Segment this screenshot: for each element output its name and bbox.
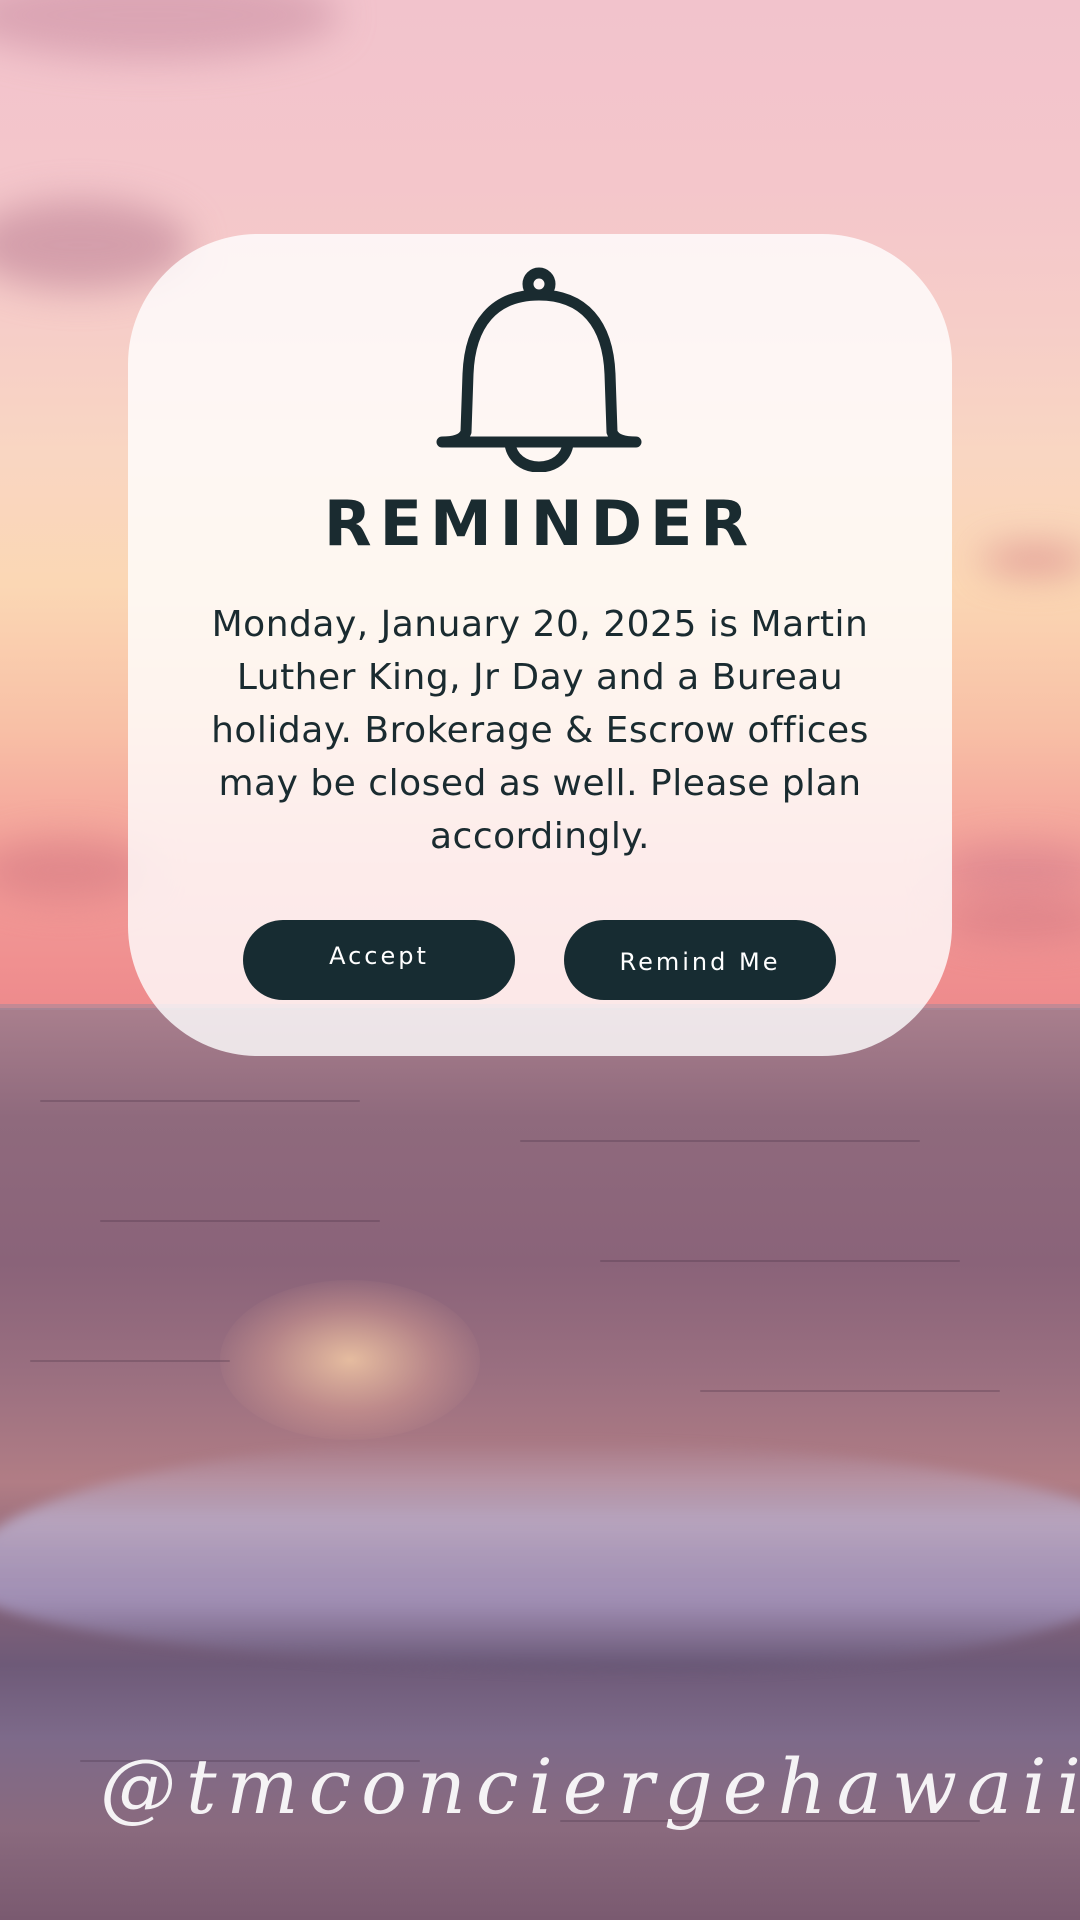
cloud: [980, 545, 1080, 575]
water-ripple: [100, 1220, 380, 1222]
water-ripple: [520, 1140, 920, 1142]
accept-button[interactable]: Accept: [243, 920, 515, 1000]
reminder-title: REMINDER: [323, 487, 757, 560]
wave-foam: [0, 1440, 1080, 1670]
reminder-message: Monday, January 20, 2025 is Martin Luthe…: [211, 604, 869, 857]
watermark-handle: @tmconciergehawaii: [100, 1742, 1080, 1831]
water-ripple: [700, 1390, 1000, 1392]
remind-me-button[interactable]: Remind Me: [564, 920, 836, 1000]
water-ripple: [600, 1260, 960, 1262]
water-ripple: [30, 1360, 230, 1362]
water-ripple: [40, 1100, 360, 1102]
sun-reflection: [220, 1280, 480, 1440]
remind-me-button-label: Remind Me: [619, 948, 781, 976]
accept-button-label: Accept: [329, 942, 429, 970]
bell-icon: [436, 267, 642, 472]
